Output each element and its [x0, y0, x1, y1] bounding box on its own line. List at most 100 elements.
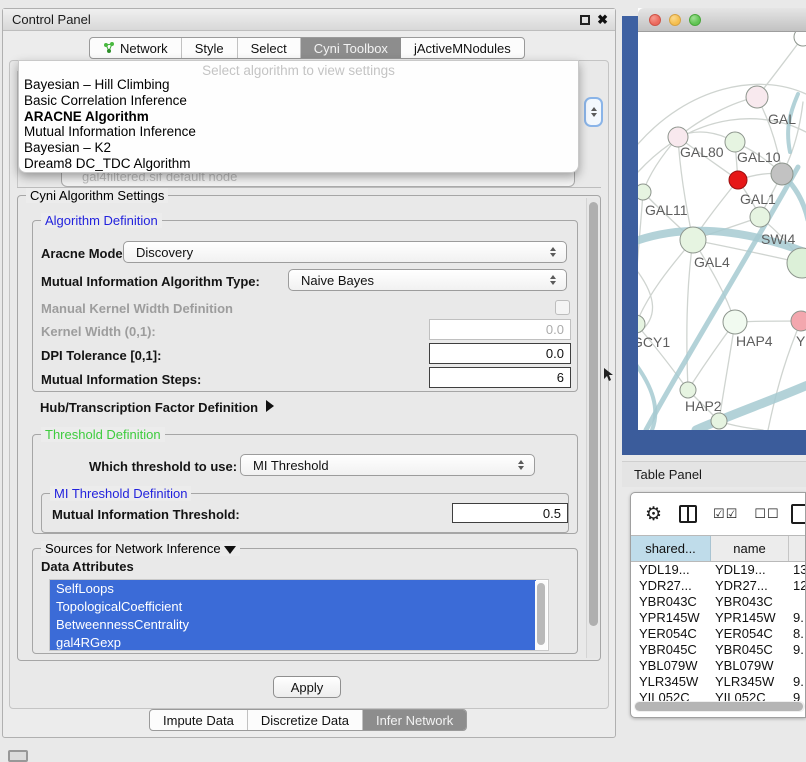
- settings-vertical-scrollbar[interactable]: [586, 198, 600, 658]
- gear-icon[interactable]: ⚙: [645, 505, 662, 524]
- apply-button[interactable]: Apply: [273, 676, 341, 698]
- network-edge[interactable]: [638, 240, 693, 324]
- network-node[interactable]: [750, 207, 770, 227]
- network-node[interactable]: [791, 311, 806, 331]
- stepper-down-icon: [591, 113, 597, 117]
- column-header-shared-name[interactable]: shared...: [631, 536, 711, 561]
- tab-label: Impute Data: [163, 713, 234, 728]
- dropdown-item[interactable]: ARACNE Algorithm: [19, 109, 578, 125]
- stepper-up-icon: [591, 107, 597, 111]
- dropdown-item[interactable]: Bayesian – K2: [19, 140, 578, 156]
- which-threshold-combobox[interactable]: MI Threshold: [240, 454, 535, 476]
- select-all-icon[interactable]: ☑☑: [713, 506, 738, 522]
- tab-select[interactable]: Select: [238, 38, 301, 58]
- table-row[interactable]: YBR045CYBR045C9.: [631, 642, 805, 658]
- network-node-label: GAL1: [740, 191, 776, 207]
- combobox-stepper-icon: [513, 460, 529, 470]
- table-panel-title: Table Panel: [622, 467, 702, 482]
- data-attributes-list[interactable]: SelfLoopsTopologicalCoefficientBetweenne…: [49, 579, 549, 651]
- manual-kernel-width-checkbox[interactable]: [555, 300, 570, 315]
- hub-definition-label: Hub/Transcription Factor Definition: [40, 400, 258, 415]
- table-row[interactable]: YBL079WYBL079W: [631, 658, 805, 674]
- scrollbar-thumb[interactable]: [537, 583, 545, 645]
- tab-label: Network: [120, 41, 168, 56]
- network-node-label: HAP2: [685, 398, 722, 414]
- table-body: YDL19...YDL19...13YDR27...YDR27...12YBR0…: [631, 562, 805, 706]
- table-cell: YDL19...: [631, 562, 711, 578]
- tab-jactivemnodules[interactable]: jActiveMNodules: [401, 38, 524, 58]
- column-header-partial[interactable]: [789, 536, 805, 561]
- table-cell: YER054C: [631, 626, 711, 642]
- table-row[interactable]: YER054CYER054C8.: [631, 626, 805, 642]
- table-horizontal-scrollbar[interactable]: [634, 701, 805, 712]
- table-cell: 12: [789, 578, 805, 594]
- scrollbar-thumb[interactable]: [589, 202, 598, 626]
- split-columns-icon[interactable]: [679, 505, 697, 523]
- column-header-name[interactable]: name: [711, 536, 789, 561]
- tab-discretize-data[interactable]: Discretize Data: [248, 710, 363, 730]
- network-node[interactable]: [771, 163, 793, 185]
- attribute-list-item[interactable]: TopologicalCoefficient: [50, 598, 536, 616]
- table-cell: [789, 594, 805, 610]
- apply-button-label: Apply: [291, 680, 324, 695]
- table-cell: 9.: [789, 674, 805, 690]
- network-edge[interactable]: [687, 240, 693, 390]
- network-node[interactable]: [638, 315, 645, 333]
- table-row[interactable]: YDL19...YDL19...13: [631, 562, 805, 578]
- attribute-list-item[interactable]: SelfLoops: [50, 580, 536, 598]
- network-canvas[interactable]: GALGAL80GAL10GAL1GAL11SWI4GAL4GCY1HAP4YH…: [638, 32, 806, 430]
- dropdown-item[interactable]: Basic Correlation Inference: [19, 93, 578, 109]
- combobox-stepper-focused[interactable]: [584, 97, 603, 127]
- mi-steps-value: 6: [557, 370, 564, 385]
- dropdown-item[interactable]: Dream8 DC_TDC Algorithm: [19, 156, 578, 172]
- attribute-list-item[interactable]: BetweennessCentrality: [50, 616, 536, 634]
- network-node[interactable]: [723, 310, 747, 334]
- network-node[interactable]: [794, 32, 806, 46]
- threshold-definition-group: Threshold Definition Which threshold to …: [32, 434, 578, 534]
- tab-impute-data[interactable]: Impute Data: [150, 710, 248, 730]
- float-window-icon[interactable]: [580, 15, 590, 25]
- deselect-all-icon[interactable]: ☐☐: [754, 506, 779, 522]
- network-node-label: Y: [796, 333, 806, 349]
- table-row[interactable]: YPR145WYPR145W9.: [631, 610, 805, 626]
- collapse-arrow-icon[interactable]: [224, 546, 236, 554]
- mi-steps-input[interactable]: 6: [429, 367, 571, 388]
- dpi-tolerance-input[interactable]: 0.0: [429, 343, 571, 364]
- network-node[interactable]: [680, 382, 696, 398]
- bottom-left-partial-icon[interactable]: [8, 750, 28, 762]
- network-node-label: GAL4: [694, 254, 730, 270]
- aracne-mode-combobox[interactable]: Discovery: [123, 241, 567, 263]
- tab-network[interactable]: Network: [90, 38, 182, 58]
- tab-infer-network[interactable]: Infer Network: [363, 710, 466, 730]
- which-threshold-value: MI Threshold: [241, 458, 513, 473]
- data-attributes-label: Data Attributes: [41, 559, 134, 574]
- mi-threshold-label: Mutual Information Threshold:: [52, 507, 240, 522]
- network-node[interactable]: [787, 248, 806, 278]
- close-traffic-light-icon[interactable]: [649, 14, 661, 26]
- network-node-label: SWI4: [761, 231, 795, 247]
- expand-arrow-icon[interactable]: [266, 400, 274, 412]
- table-row[interactable]: YLR345WYLR345W9.: [631, 674, 805, 690]
- zoom-traffic-light-icon[interactable]: [689, 14, 701, 26]
- page-icon[interactable]: [791, 504, 806, 524]
- table-cell: YPR145W: [711, 610, 789, 626]
- minimize-traffic-light-icon[interactable]: [669, 14, 681, 26]
- attribute-list-item[interactable]: gal4RGexp: [50, 634, 536, 651]
- network-node[interactable]: [638, 184, 651, 200]
- tab-style[interactable]: Style: [182, 38, 238, 58]
- close-icon[interactable]: ✖: [597, 12, 608, 28]
- dropdown-item[interactable]: Mutual Information Inference: [19, 124, 578, 140]
- tab-cyni-toolbox[interactable]: Cyni Toolbox: [301, 38, 401, 58]
- network-node[interactable]: [746, 86, 768, 108]
- dropdown-item[interactable]: Bayesian – Hill Climbing: [19, 77, 578, 93]
- list-vertical-scrollbar[interactable]: [535, 581, 547, 651]
- network-node[interactable]: [711, 413, 727, 429]
- scrollbar-thumb[interactable]: [635, 702, 803, 711]
- mi-threshold-input[interactable]: 0.5: [452, 503, 568, 523]
- kernel-width-input[interactable]: 0.0: [429, 319, 571, 340]
- network-node[interactable]: [680, 227, 706, 253]
- mi-algorithm-type-combobox[interactable]: Naive Bayes: [288, 269, 567, 291]
- table-row[interactable]: YBR043CYBR043C: [631, 594, 805, 610]
- table-row[interactable]: YDR27...YDR27...12: [631, 578, 805, 594]
- network-node[interactable]: [729, 171, 747, 189]
